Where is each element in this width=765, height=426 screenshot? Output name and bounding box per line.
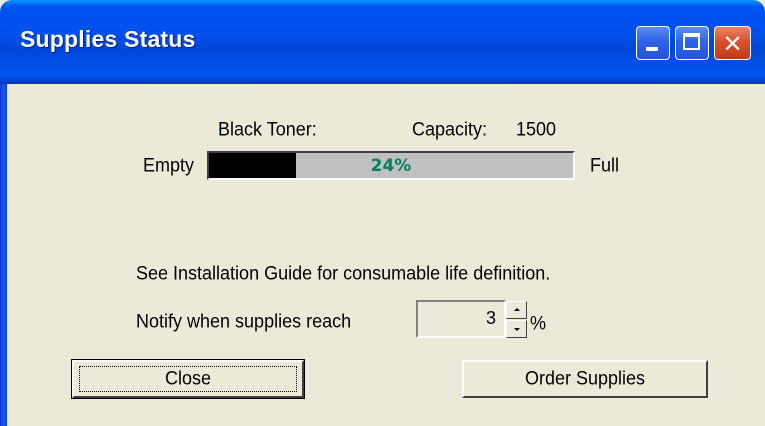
notify-threshold-value: 3 [485,308,496,328]
toner-percent-text: 24% [370,156,412,176]
toner-level-bar: 24% [207,151,575,180]
order-supplies-button-label: Order Supplies [524,367,646,389]
empty-label: Empty [143,154,195,176]
percent-sign: % [530,312,547,334]
window-border-left [0,84,7,426]
arrow-down-icon [514,328,520,331]
close-icon: ✕ [722,30,743,58]
spin-down-button[interactable] [506,320,527,338]
supplies-status-window: Supplies Status ✕ Black Toner: Capacity:… [0,0,765,426]
spin-up-button[interactable] [506,301,527,319]
notify-label: Notify when supplies reach [136,310,352,332]
minimize-button[interactable] [636,26,670,60]
installation-guide-text: See Installation Guide for consumable li… [136,262,551,284]
arrow-up-icon [514,308,520,311]
title-bar[interactable]: Supplies Status ✕ [0,0,765,84]
minimize-icon [646,47,658,51]
close-button-label: Close [164,367,212,389]
close-window-button[interactable]: ✕ [714,26,751,60]
maximize-button[interactable] [675,26,709,60]
close-button[interactable]: Close [71,359,305,399]
notify-threshold-input[interactable]: 3 [416,300,506,338]
full-label: Full [590,154,620,176]
window-title: Supplies Status [20,26,196,52]
supply-name-label: Black Toner: [218,118,317,140]
order-supplies-button[interactable]: Order Supplies [462,360,708,398]
capacity-label: Capacity: [412,118,488,140]
capacity-value: 1500 [516,118,557,140]
maximize-icon [683,33,700,50]
